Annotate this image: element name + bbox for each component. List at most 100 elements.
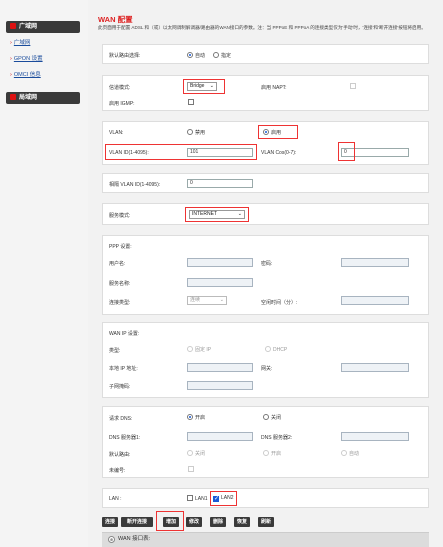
lan-label: LAN :: [109, 496, 122, 502]
ppp-title: PPP 设置:: [109, 244, 132, 250]
check-icon: ✓: [213, 496, 220, 502]
ppp-service-input[interactable]: [187, 278, 253, 287]
subnet-label: 子网掩码:: [109, 384, 131, 390]
chevron-down-icon: ⌄: [219, 297, 224, 303]
section-icon: [10, 94, 16, 100]
lan2-checkbox[interactable]: ✓ LAN2: [213, 495, 234, 502]
radio-icon: [213, 52, 219, 58]
default-route-specify-radio[interactable]: 指定: [213, 52, 231, 59]
gateway-label: 网关:: [261, 366, 273, 372]
dns-card: 请求 DNS: 开启 关闭 DNS 服务器1: DNS 服务器2: 默认路由: …: [102, 406, 429, 478]
dns-off-radio[interactable]: 关闭: [263, 414, 281, 421]
ppp-username-input[interactable]: [187, 258, 253, 267]
vlan-id-input[interactable]: 101: [187, 148, 253, 157]
vlan-card: VLAN: 禁用 启用 VLAN ID(1-4095): 101 VLAN Co…: [102, 121, 429, 165]
mapped-vlan-card: 相隔 VLAN ID(1-4095): 0: [102, 173, 429, 193]
local-ip-input[interactable]: [187, 363, 253, 372]
vlan-label: VLAN:: [109, 130, 124, 136]
vlan-disable-radio[interactable]: 禁用: [187, 129, 205, 136]
vlan-enable-radio[interactable]: 启用: [263, 129, 281, 136]
service-mode-label: 服务模式:: [109, 213, 131, 219]
default-route-card: 默认路由选择: 自动 指定: [102, 44, 429, 64]
wan-ip-dhcp-radio[interactable]: DHCP: [265, 346, 287, 353]
radio-icon: [263, 129, 269, 135]
arrow-right-icon: ›: [10, 72, 12, 78]
ppp-conn-type-select[interactable]: 连续 ⌄: [187, 296, 227, 305]
ppp-service-label: 服务名称:: [109, 281, 131, 287]
radio-icon: [187, 52, 193, 58]
radio-icon: [265, 346, 271, 352]
default-route-label: 默认路由选择:: [109, 53, 141, 59]
ppp-username-label: 用户名:: [109, 261, 126, 267]
main-panel: WAN 配置 此页面用于配置 ADSL 和（或）以太网调制解调器/路由器的WAN…: [88, 0, 443, 547]
arrow-right-icon: ›: [10, 40, 12, 46]
subnet-input[interactable]: [187, 381, 253, 390]
service-mode-select[interactable]: INTERNET ⌄: [189, 210, 245, 219]
local-ip-label: 本地 IP 地址:: [109, 366, 138, 372]
dns1-input[interactable]: [187, 432, 253, 441]
ppp-idle-label: 空闲时间（分）:: [261, 300, 298, 306]
mapped-vlan-label: 相隔 VLAN ID(1-4095):: [109, 182, 161, 188]
chevron-down-icon: ⌄: [209, 83, 214, 89]
modify-button[interactable]: 修改: [186, 517, 202, 527]
radio-icon: [187, 346, 193, 352]
service-mode-card: 服务模式: INTERNET ⌄: [102, 203, 429, 225]
sidebar-section-label: 广域网: [19, 24, 38, 30]
ppp-idle-input[interactable]: [341, 296, 409, 305]
radio-icon: [187, 414, 193, 420]
chevron-down-icon: ⌄: [237, 211, 242, 217]
vlan-cos-input[interactable]: 0: [341, 148, 409, 157]
dr-auto-radio[interactable]: 自动: [341, 450, 359, 457]
dns-on-radio[interactable]: 开启: [187, 414, 205, 421]
dns2-input[interactable]: [341, 432, 409, 441]
connect-button[interactable]: 连接: [102, 517, 118, 527]
sidebar-section-label: 局域网: [19, 95, 38, 101]
disconnect-button[interactable]: 断开连接: [121, 517, 153, 527]
dr-off-radio[interactable]: 关闭: [187, 450, 205, 457]
wan-ip-fixed-radio[interactable]: 固定 IP: [187, 346, 211, 353]
delete-button[interactable]: 删除: [210, 517, 226, 527]
unnumbered-checkbox[interactable]: [188, 466, 196, 473]
dns1-label: DNS 服务器1:: [109, 435, 141, 441]
radio-icon: [341, 450, 347, 456]
gateway-input[interactable]: [341, 363, 409, 372]
ppp-password-label: 密码:: [261, 261, 273, 267]
ppp-password-input[interactable]: [341, 258, 409, 267]
vlan-cos-label: VLAN Cos(0-7):: [261, 150, 297, 156]
page-description: 此页面用于配置 ADSL 和（或）以太网调制解调器/路由器的WAN接口的参数。注…: [98, 25, 426, 30]
wan-ip-card: WAN IP 设置: 类型: 固定 IP DHCP 本地 IP 地址: 网关: …: [102, 322, 429, 398]
sidebar-section-lan[interactable]: 局域网: [6, 92, 80, 104]
section-icon: [10, 23, 16, 29]
napt-checkbox[interactable]: [350, 83, 358, 90]
lan-card: LAN : LAN1 ✓ LAN2: [102, 488, 429, 508]
dns-default-route-label: 默认路由:: [109, 452, 131, 458]
radio-icon: [263, 414, 269, 420]
sidebar: 广域网 › 广域网 › GPON 设置 › OMCI 信息 局域网: [0, 0, 88, 547]
expand-icon: ⊕: [108, 536, 115, 543]
wan-interface-list-header[interactable]: ⊕ WAN 接口表:: [102, 532, 429, 547]
default-route-auto-radio[interactable]: 自动: [187, 52, 205, 59]
add-button[interactable]: 增加: [163, 517, 179, 527]
napt-label: 启用 NAPT:: [261, 85, 287, 91]
sidebar-item-omci[interactable]: › OMCI 信息: [10, 70, 41, 78]
ppp-card: PPP 设置: 用户名: 密码: 服务名称: 连接类型: 连续 ⌄ 空闲时间（分）…: [102, 235, 429, 315]
sidebar-item-gpon[interactable]: › GPON 设置: [10, 54, 43, 62]
radio-icon: [263, 450, 269, 456]
igmp-checkbox[interactable]: [188, 99, 196, 106]
unnumbered-label: 未编号:: [109, 468, 126, 474]
channel-mode-select[interactable]: Bridge ⌄: [187, 82, 217, 91]
dns2-label: DNS 服务器2:: [261, 435, 293, 441]
mapped-vlan-input[interactable]: 0: [187, 179, 253, 188]
restore-button[interactable]: 恢复: [234, 517, 250, 527]
igmp-label: 启用 IGMP:: [109, 101, 135, 107]
request-dns-label: 请求 DNS:: [109, 416, 133, 422]
vlan-id-label: VLAN ID(1-4095):: [109, 150, 149, 156]
sidebar-item-wan[interactable]: › 广域网: [10, 38, 30, 46]
sidebar-section-wan[interactable]: 广域网: [6, 21, 80, 33]
wan-ip-title: WAN IP 设置:: [109, 331, 140, 337]
wan-ip-type-label: 类型:: [109, 348, 121, 354]
dr-on-radio[interactable]: 开启: [263, 450, 281, 457]
refresh-button[interactable]: 刷新: [258, 517, 274, 527]
ppp-conn-type-label: 连接类型:: [109, 300, 131, 306]
lan1-checkbox[interactable]: LAN1: [187, 495, 208, 502]
